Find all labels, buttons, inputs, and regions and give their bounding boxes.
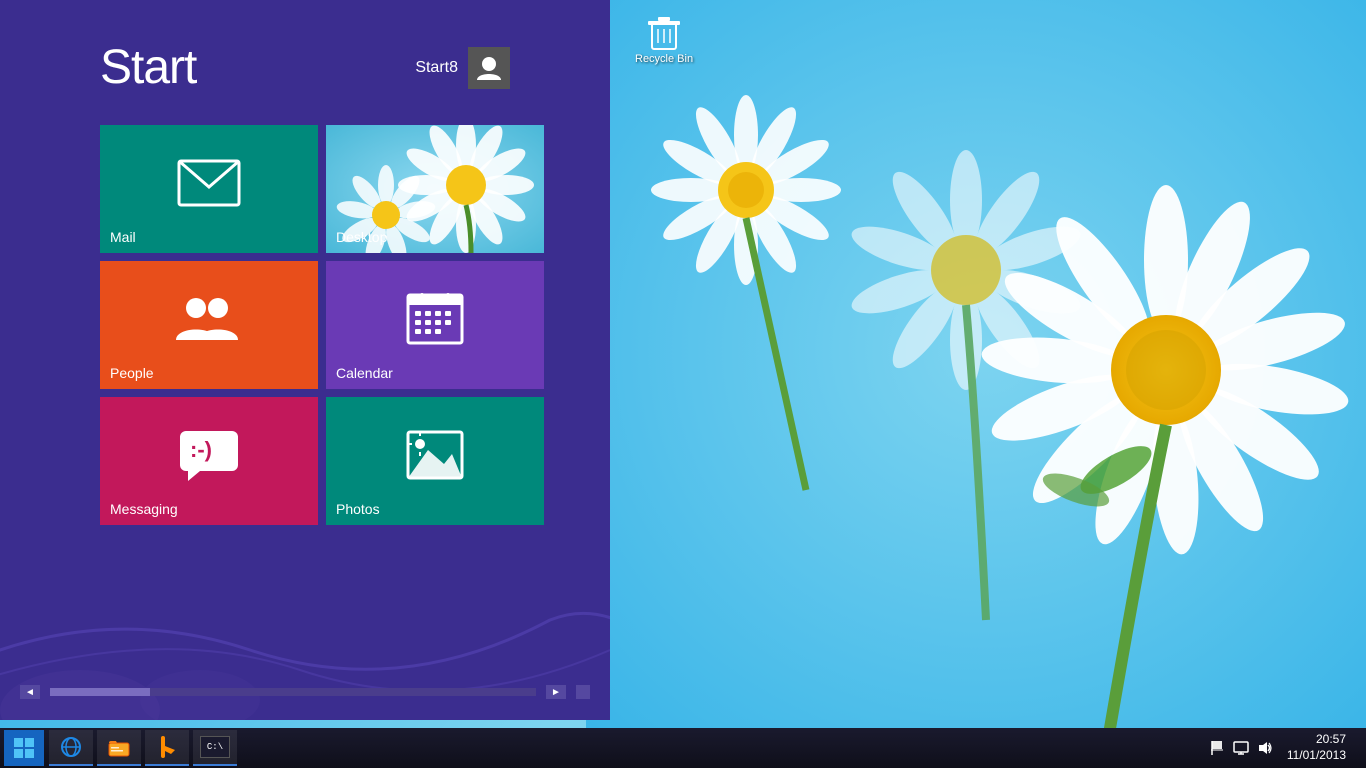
clock-time: 20:57: [1316, 732, 1346, 748]
system-tray: 20:57 11/01/2013: [1207, 732, 1362, 763]
speaker-icon: [1257, 740, 1273, 756]
tile-photos-label: Photos: [336, 501, 380, 517]
messaging-icon: :-): [178, 429, 240, 486]
avatar[interactable]: [468, 47, 510, 89]
flag-icon: [1209, 740, 1225, 756]
recycle-bin[interactable]: Recycle Bin: [635, 15, 693, 65]
clock-date: 11/01/2013: [1287, 748, 1346, 764]
tiles-grid: Mail: [0, 125, 610, 525]
start-panel: Start Start8 Mail: [0, 0, 610, 720]
scroll-end-button[interactable]: [576, 685, 590, 699]
start-header: Start Start8: [0, 0, 610, 125]
taskbar: C:\: [0, 728, 1366, 768]
tile-desktop[interactable]: Desktop: [326, 125, 544, 253]
svg-text::-): :-): [190, 437, 212, 462]
tile-mail-label: Mail: [110, 229, 136, 245]
taskbar-ie-button[interactable]: [49, 730, 93, 766]
recycle-bin-label: Recycle Bin: [635, 53, 693, 65]
taskbar-bing-button[interactable]: [145, 730, 189, 766]
tile-calendar-label: Calendar: [336, 365, 393, 381]
taskbar-explorer-button[interactable]: [97, 730, 141, 766]
cmd-icon: C:\: [200, 736, 230, 758]
calendar-icon: [406, 293, 464, 350]
photos-icon: [406, 430, 464, 485]
tile-people-label: People: [110, 365, 154, 381]
tile-calendar[interactable]: Calendar: [326, 261, 544, 389]
speaker-icon-tray[interactable]: [1255, 738, 1275, 758]
clock-tray[interactable]: 20:57 11/01/2013: [1279, 732, 1354, 763]
tile-desktop-label: Desktop: [336, 229, 387, 245]
mail-icon: [177, 159, 241, 212]
tile-messaging-label: Messaging: [110, 501, 178, 517]
scroll-thumb[interactable]: [50, 688, 150, 696]
scrollbar-area: ◄ ►: [0, 684, 610, 700]
scroll-track[interactable]: [50, 688, 536, 696]
desktop-wallpaper: [586, 0, 1366, 730]
scroll-left-button[interactable]: ◄: [20, 685, 40, 699]
people-icon: [174, 294, 244, 349]
tile-people[interactable]: People: [100, 261, 318, 389]
windows-icon: [14, 738, 34, 758]
taskbar-cmd-button[interactable]: C:\: [193, 730, 237, 766]
scroll-right-button[interactable]: ►: [546, 685, 566, 699]
user-section[interactable]: Start8: [415, 47, 510, 89]
tile-photos[interactable]: Photos: [326, 397, 544, 525]
explorer-icon: [108, 737, 130, 757]
taskbar-start-button[interactable]: [4, 730, 44, 766]
tile-mail[interactable]: Mail: [100, 125, 318, 253]
network-icon-tray[interactable]: [1231, 738, 1251, 758]
recycle-bin-icon: [648, 15, 680, 51]
tile-messaging[interactable]: :-) Messaging: [100, 397, 318, 525]
username-label: Start8: [415, 59, 458, 77]
bing-icon: [157, 736, 177, 758]
start-title: Start: [100, 40, 196, 95]
flag-icon-tray[interactable]: [1207, 738, 1227, 758]
ie-icon: [60, 736, 82, 758]
network-icon: [1233, 740, 1249, 756]
